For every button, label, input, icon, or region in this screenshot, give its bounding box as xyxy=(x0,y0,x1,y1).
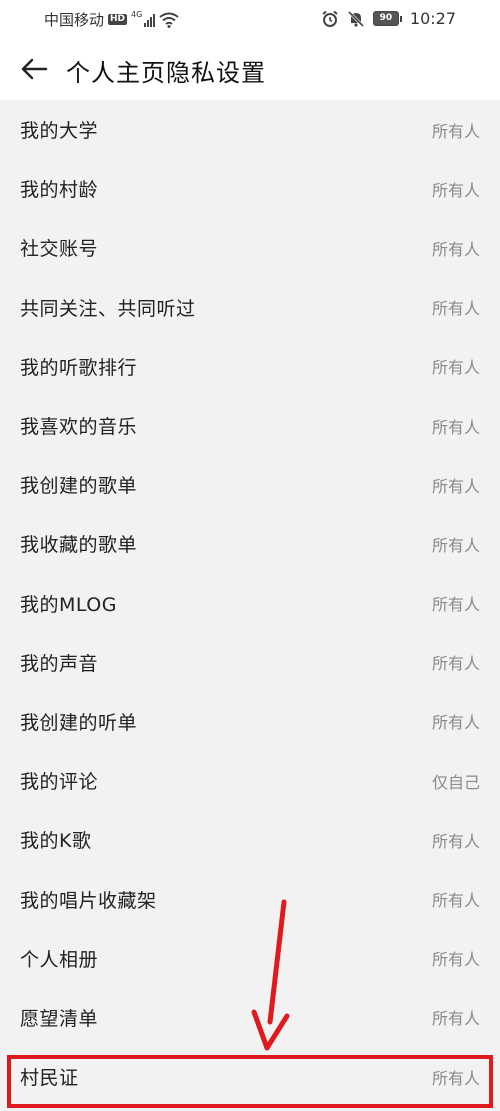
setting-row-karaoke[interactable]: 我的K歌 所有人 xyxy=(0,810,500,869)
setting-label: 我的声音 xyxy=(20,652,99,675)
setting-value: 所有人 xyxy=(431,654,480,674)
arrow-left-icon xyxy=(21,58,48,80)
setting-value: 所有人 xyxy=(431,417,480,437)
back-button[interactable] xyxy=(18,52,52,86)
setting-row-photo-album[interactable]: 个人相册 所有人 xyxy=(0,929,500,988)
mute-icon xyxy=(347,10,364,27)
setting-label: 我创建的听单 xyxy=(20,711,138,734)
setting-value: 所有人 xyxy=(431,121,480,141)
setting-value: 所有人 xyxy=(431,535,480,555)
setting-label: 个人相册 xyxy=(20,948,99,971)
setting-row-comments[interactable]: 我的评论 仅自己 xyxy=(0,751,500,810)
setting-label: 愿望清单 xyxy=(20,1007,99,1030)
battery-level: 90 xyxy=(372,11,399,26)
page-title: 个人主页隐私设置 xyxy=(66,59,266,87)
setting-value: 所有人 xyxy=(431,831,480,851)
privacy-settings-list: 我的大学 所有人 我的村龄 所有人 社交账号 所有人 共同关注、共同听过 所有人… xyxy=(0,100,500,1106)
setting-row-created-listen-lists[interactable]: 我创建的听单 所有人 xyxy=(0,692,500,751)
setting-value: 所有人 xyxy=(431,180,480,200)
signal-icon xyxy=(144,13,156,27)
setting-row-my-voice[interactable]: 我的声音 所有人 xyxy=(0,633,500,692)
setting-value: 所有人 xyxy=(431,476,480,496)
setting-row-created-playlists[interactable]: 我创建的歌单 所有人 xyxy=(0,455,500,514)
hd-icon: HD xyxy=(108,14,128,25)
setting-label: 我的评论 xyxy=(20,771,99,794)
setting-label: 我喜欢的音乐 xyxy=(20,416,138,439)
status-bar: 中国移动 HD 4G 90 10:27 xyxy=(0,0,500,38)
setting-row-liked-music[interactable]: 我喜欢的音乐 所有人 xyxy=(0,396,500,455)
setting-value: 所有人 xyxy=(431,1068,480,1088)
setting-row-wishlist[interactable]: 愿望清单 所有人 xyxy=(0,988,500,1047)
setting-label: 共同关注、共同听过 xyxy=(20,297,196,320)
setting-value: 所有人 xyxy=(431,595,480,615)
setting-row-social-accounts[interactable]: 社交账号 所有人 xyxy=(0,218,500,277)
carrier-name: 中国移动 xyxy=(44,11,105,29)
setting-row-common-follows[interactable]: 共同关注、共同听过 所有人 xyxy=(0,278,500,337)
setting-label: 社交账号 xyxy=(20,238,99,261)
setting-label: 我的大学 xyxy=(20,120,99,143)
setting-row-saved-playlists[interactable]: 我收藏的歌单 所有人 xyxy=(0,514,500,573)
setting-value: 所有人 xyxy=(431,299,480,319)
status-left: 中国移动 HD 4G xyxy=(44,9,179,30)
setting-value: 所有人 xyxy=(431,713,480,733)
setting-value: 仅自己 xyxy=(431,772,480,792)
setting-label: 我的K歌 xyxy=(20,830,92,853)
setting-label: 我的唱片收藏架 xyxy=(20,889,157,912)
setting-value: 所有人 xyxy=(431,891,480,911)
setting-row-university[interactable]: 我的大学 所有人 xyxy=(0,100,500,159)
network-type: 4G xyxy=(131,10,143,19)
clock: 10:27 xyxy=(409,9,456,28)
setting-row-village-age[interactable]: 我的村龄 所有人 xyxy=(0,159,500,218)
setting-label: 我的听歌排行 xyxy=(20,356,138,379)
setting-label: 我收藏的歌单 xyxy=(20,534,138,557)
setting-row-mlog[interactable]: 我的MLOG 所有人 xyxy=(0,574,500,633)
wifi-icon xyxy=(159,12,179,28)
setting-row-record-shelf[interactable]: 我的唱片收藏架 所有人 xyxy=(0,869,500,928)
setting-label: 我的MLOG xyxy=(20,593,117,616)
alarm-icon xyxy=(322,10,338,27)
setting-label: 我创建的歌单 xyxy=(20,475,138,498)
setting-value: 所有人 xyxy=(431,239,480,259)
battery-icon: 90 xyxy=(372,11,402,26)
setting-label: 村民证 xyxy=(20,1067,79,1090)
setting-label: 我的村龄 xyxy=(20,179,99,202)
setting-value: 所有人 xyxy=(431,1009,480,1029)
setting-value: 所有人 xyxy=(431,950,480,970)
setting-row-villager-card[interactable]: 村民证 所有人 xyxy=(0,1047,500,1106)
setting-row-listening-ranking[interactable]: 我的听歌排行 所有人 xyxy=(0,337,500,396)
status-right: 90 10:27 xyxy=(321,9,456,28)
setting-value: 所有人 xyxy=(431,358,480,378)
page-header: 个人主页隐私设置 xyxy=(0,38,500,100)
